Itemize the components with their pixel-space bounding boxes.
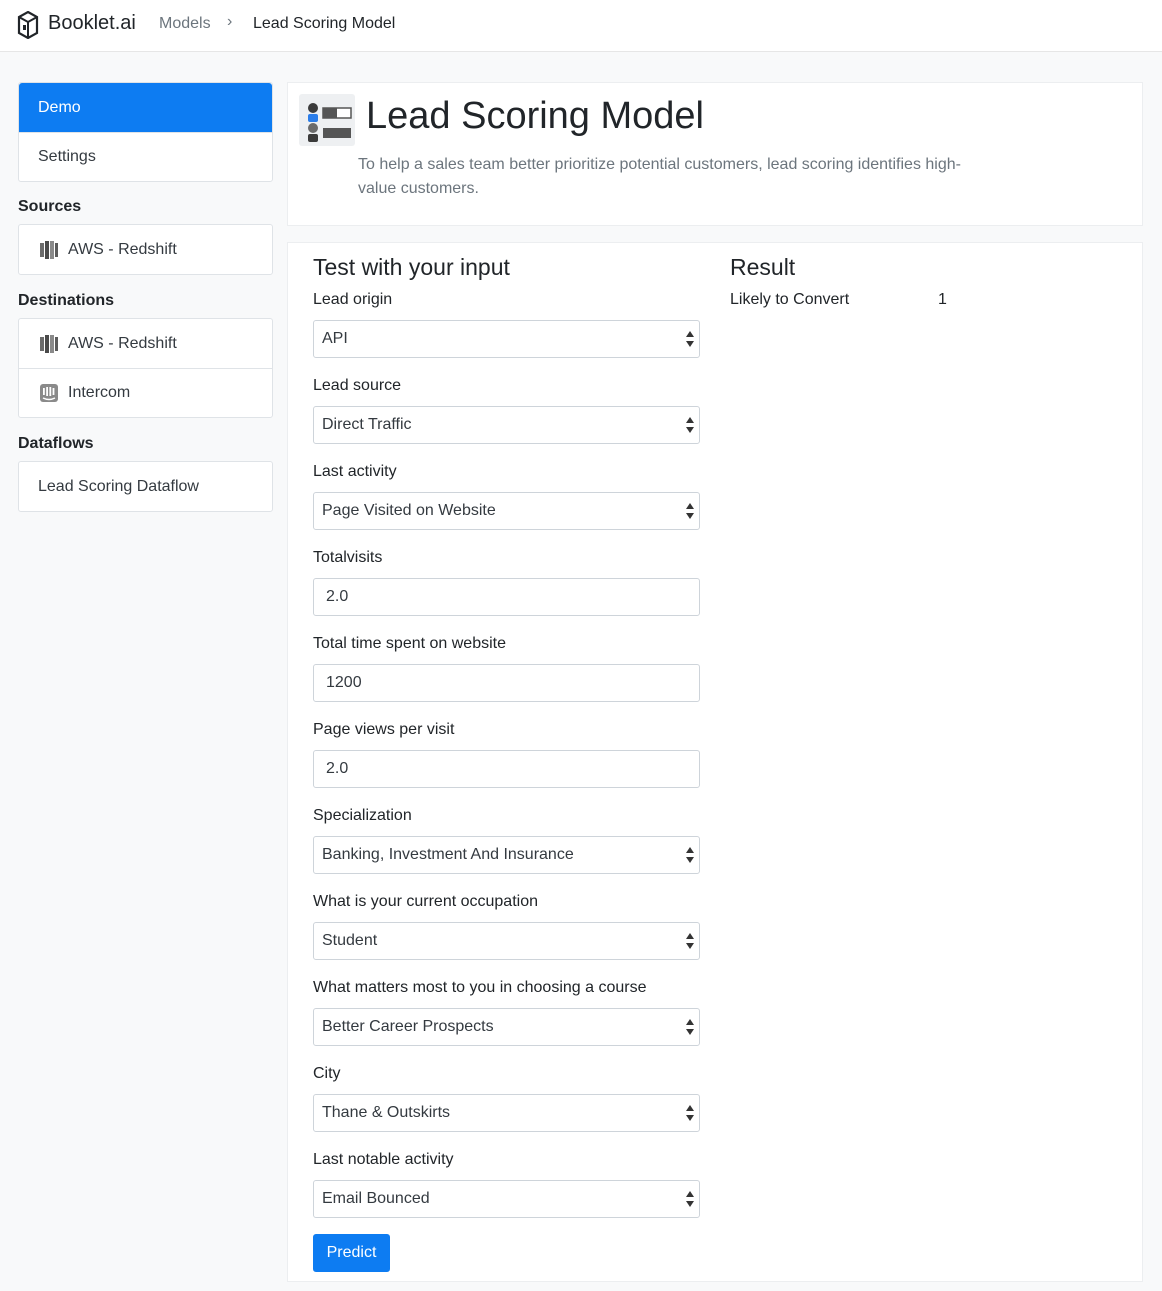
redshift-icon xyxy=(40,240,58,259)
field-value: 2.0 xyxy=(326,760,349,777)
brand-name[interactable]: Booklet.ai xyxy=(48,12,136,35)
sidebar-item-lead-scoring-dataflow[interactable]: Lead Scoring Dataflow xyxy=(19,462,272,511)
select-field[interactable]: Better Career Prospects xyxy=(313,1008,700,1046)
select-caret-icon xyxy=(686,1191,694,1207)
select-caret-icon xyxy=(686,503,694,519)
field-label: Specialization xyxy=(313,807,412,824)
sidebar-item-settings[interactable]: Settings xyxy=(19,132,272,181)
select-caret-icon xyxy=(686,1019,694,1035)
result-label: Likely to Convert xyxy=(730,291,850,308)
select-field[interactable]: Page Visited on Website xyxy=(313,492,700,530)
box-icon[interactable] xyxy=(17,11,39,39)
sidebar-item-demo[interactable]: Demo xyxy=(19,83,272,132)
select-caret-icon xyxy=(686,331,694,347)
intercom-icon xyxy=(40,384,58,402)
model-description: To help a sales team better prioritize p… xyxy=(358,156,961,197)
field-value: API xyxy=(322,330,348,347)
top-navbar: Booklet.ai Models › Lead Scoring Model xyxy=(0,0,1162,52)
sidebar-item-label: AWS - Redshift xyxy=(68,240,177,258)
field-label: Totalvisits xyxy=(313,549,383,566)
result-value: 1 xyxy=(938,291,947,308)
chevron-right-icon: › xyxy=(227,13,233,30)
field-value: Email Bounced xyxy=(322,1190,430,1207)
redshift-icon xyxy=(40,334,58,353)
dataflows-heading: Dataflows xyxy=(18,435,94,452)
field-label: Last activity xyxy=(313,463,397,480)
select-field[interactable]: Direct Traffic xyxy=(313,406,700,444)
select-field[interactable]: Banking, Investment And Insurance xyxy=(313,836,700,874)
field-value: Student xyxy=(322,932,378,949)
field-label: Last notable activity xyxy=(313,1151,454,1168)
field-label: Total time spent on website xyxy=(313,635,506,652)
field-label: City xyxy=(313,1065,341,1082)
field-value: Direct Traffic xyxy=(322,416,412,433)
sidebar-item-label: Settings xyxy=(38,148,96,165)
breadcrumb-current: Lead Scoring Model xyxy=(253,15,396,32)
field-label: Lead source xyxy=(313,377,402,394)
select-caret-icon xyxy=(686,1105,694,1121)
sidebar-item-intercom[interactable]: Intercom xyxy=(19,368,272,417)
field-value: Thane & Outskirts xyxy=(322,1104,451,1121)
field-value: 1200 xyxy=(326,674,362,691)
select-field[interactable]: API xyxy=(313,320,700,358)
dataflows-list: Lead Scoring Dataflow xyxy=(18,461,273,512)
select-caret-icon xyxy=(686,417,694,433)
select-caret-icon xyxy=(686,933,694,949)
result-title: Result xyxy=(730,254,796,280)
select-caret-icon xyxy=(686,847,694,863)
form-title: Test with your input xyxy=(313,254,510,280)
breadcrumb-models-link[interactable]: Models xyxy=(159,15,211,33)
select-field[interactable]: Email Bounced xyxy=(313,1180,700,1218)
field-value: Better Career Prospects xyxy=(322,1018,494,1035)
select-field[interactable]: Thane & Outskirts xyxy=(313,1094,700,1132)
field-label: Page views per visit xyxy=(313,721,455,738)
destinations-list: AWS - Redshift Intercom xyxy=(18,318,273,418)
sources-list: AWS - Redshift xyxy=(18,224,273,275)
destinations-heading: Destinations xyxy=(18,292,115,309)
field-label: Lead origin xyxy=(313,291,393,308)
model-nav: Demo Settings xyxy=(18,82,273,182)
field-value: 2.0 xyxy=(326,588,349,605)
text-input[interactable]: 1200 xyxy=(313,664,700,702)
text-input[interactable]: 2.0 xyxy=(313,750,700,788)
page-title: Lead Scoring Model xyxy=(366,95,704,137)
sidebar-item-label: Intercom xyxy=(68,384,131,401)
sources-heading: Sources xyxy=(18,198,82,215)
select-field[interactable]: Student xyxy=(313,922,700,960)
model-header-card: Lead Scoring Model To help a sales team … xyxy=(287,82,1143,226)
lead-scoring-icon xyxy=(299,94,355,146)
sidebar-item-label: Demo xyxy=(38,98,81,116)
predict-button[interactable]: Predict xyxy=(313,1234,390,1272)
sidebar-item-aws-redshift-destination[interactable]: AWS - Redshift xyxy=(19,319,272,368)
sidebar-item-label: AWS - Redshift xyxy=(68,334,177,352)
field-value: Page Visited on Website xyxy=(322,502,496,519)
field-value: Banking, Investment And Insurance xyxy=(322,846,574,863)
field-label: What matters most to you in choosing a c… xyxy=(313,979,647,996)
sidebar-item-label: Lead Scoring Dataflow xyxy=(38,477,199,495)
text-input[interactable]: 2.0 xyxy=(313,578,700,616)
field-label: What is your current occupation xyxy=(313,893,538,910)
sidebar-item-aws-redshift-source[interactable]: AWS - Redshift xyxy=(19,225,272,274)
